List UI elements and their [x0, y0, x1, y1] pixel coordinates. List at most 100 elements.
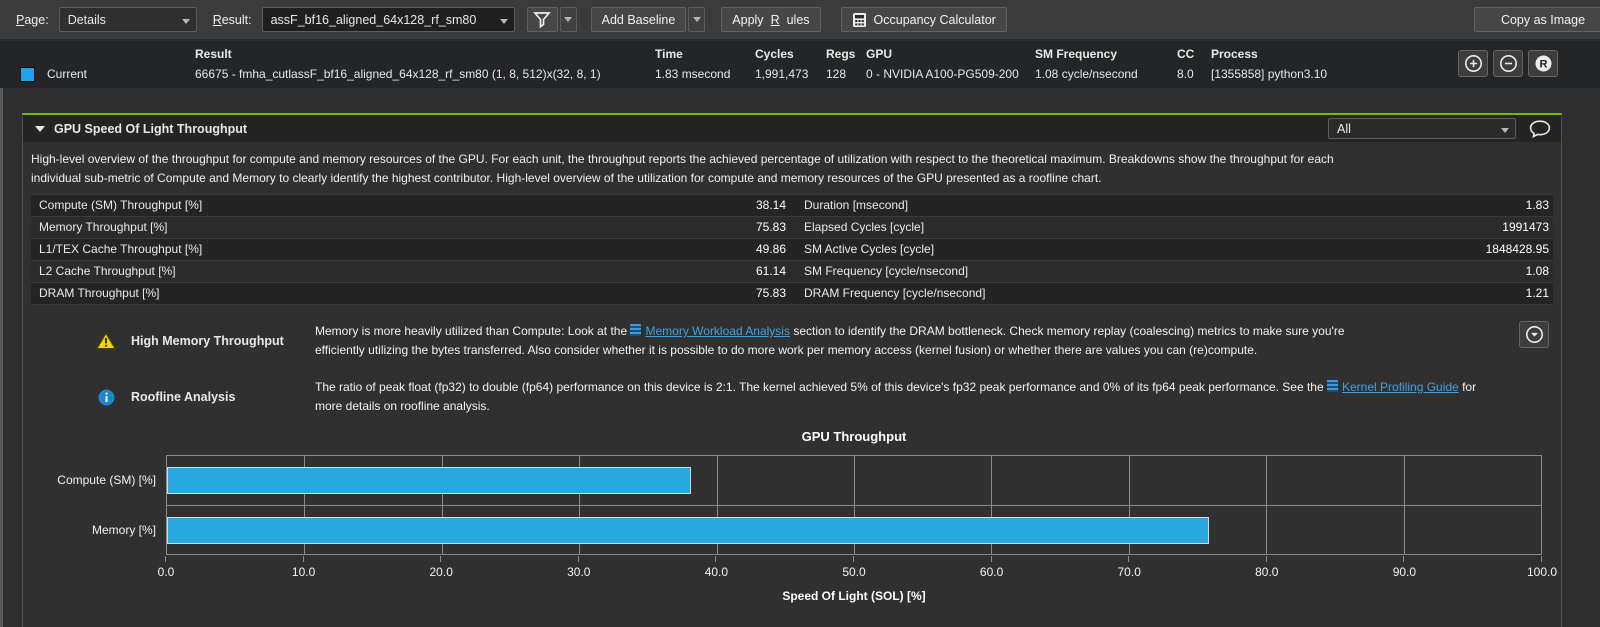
calculator-icon [852, 12, 867, 28]
main-toolbar: Page: Details Result: assF_bf16_aligned_… [0, 0, 1600, 40]
bar-compute-sm [167, 467, 691, 494]
rule-body: Memory is more heavily utilized than Com… [315, 322, 1505, 360]
metric-value: 1.21 [1419, 283, 1549, 304]
x-tick-mark [303, 556, 304, 562]
circle-plus-icon [1464, 54, 1483, 73]
page-select[interactable]: Details [59, 7, 197, 32]
x-tick-label: 80.0 [1255, 565, 1278, 579]
y-category-label: Compute (SM) [%] [23, 455, 156, 505]
column-cc: CC [1177, 47, 1211, 61]
x-tick-label: 0.0 [158, 565, 175, 579]
rule-options-button[interactable] [1519, 321, 1549, 348]
result-label: Result: [213, 13, 252, 27]
metric-row: L2 Cache Throughput [%]61.14SM Frequency… [31, 261, 1553, 283]
bar-memory [167, 517, 1209, 544]
page-label: Page: [16, 13, 49, 27]
left-scrollbar[interactable] [0, 88, 3, 627]
baseline-color-swatch[interactable] [20, 67, 35, 82]
section-filter-select[interactable]: All [1328, 118, 1516, 139]
metric-value: 1.08 [1419, 261, 1549, 282]
description-line: individual sub-metric of Compute and Mem… [31, 169, 1553, 188]
speech-bubble-icon [1529, 120, 1551, 138]
x-tick-mark [1128, 556, 1129, 562]
x-tick-label: 40.0 [705, 565, 728, 579]
filter-dropdown-button[interactable] [560, 7, 577, 32]
metric-value: 75.83 [656, 217, 786, 238]
section-filter-value: All [1337, 122, 1351, 136]
time-value: 1.83 msecond [655, 67, 755, 81]
chart-title: GPU Throughput [166, 429, 1542, 444]
metric-value: 49.86 [656, 239, 786, 260]
sm-frequency-value: 1.08 cycle/nsecond [1035, 67, 1177, 81]
metric-row: Compute (SM) Throughput [%]38.14Duration… [31, 195, 1553, 217]
rule-high-memory-throughput: High Memory Throughput Memory is more he… [23, 321, 1553, 361]
result-header-strip: Result Time Cycles Regs GPU SM Frequency… [0, 41, 1600, 88]
rule-title: High Memory Throughput [131, 334, 303, 348]
result-select[interactable]: assF_bf16_aligned_64x128_rf_sm80 [262, 7, 515, 32]
add-baseline-button[interactable]: Add Baseline [591, 7, 687, 32]
section-link-icon [630, 324, 641, 336]
rule-title: Roofline Analysis [131, 390, 303, 404]
occupancy-calculator-label: Occupancy Calculator [874, 13, 996, 27]
rule-text: more details on roofline analysis. [315, 397, 1505, 416]
metric-value: 75.83 [656, 283, 786, 304]
memory-workload-analysis-link[interactable]: Memory Workload Analysis [645, 324, 790, 338]
comment-button[interactable] [1525, 117, 1555, 140]
x-tick-label: 10.0 [292, 565, 315, 579]
circle-minus-icon [1499, 54, 1518, 73]
x-tick-mark [1266, 556, 1267, 562]
regs-value: 128 [826, 67, 866, 81]
zoom-out-button[interactable] [1493, 50, 1523, 77]
x-tick-label: 30.0 [567, 565, 590, 579]
y-category-label: Memory [%] [23, 505, 156, 555]
x-tick-mark [1403, 556, 1404, 562]
metric-label: SM Frequency [cycle/nsecond] [802, 261, 1419, 282]
gpu-value: 0 - NVIDIA A100-PG509-200 [866, 67, 1035, 81]
metric-label: Compute (SM) Throughput [%] [39, 195, 656, 216]
column-spacer [786, 261, 802, 282]
zoom-in-button[interactable] [1458, 50, 1488, 77]
rule-body: The ratio of peak float (fp32) to double… [315, 378, 1505, 416]
chevron-down-icon [494, 13, 514, 27]
apply-rules-button[interactable]: Apply Rules [721, 7, 820, 32]
x-tick-label: 90.0 [1393, 565, 1416, 579]
rule-text: The ratio of peak float (fp32) to double… [315, 380, 1327, 394]
copy-as-image-button[interactable]: Copy as Image [1474, 7, 1600, 32]
rule-text: efficiently utilizing the bytes transfer… [315, 341, 1505, 360]
metric-row: DRAM Throughput [%]75.83DRAM Frequency [… [31, 283, 1553, 305]
current-result-row: Current 66675 - fmha_cutlassF_bf16_align… [0, 64, 1600, 84]
rule-roofline-analysis: Roofline Analysis The ratio of peak floa… [23, 377, 1553, 417]
x-tick-mark [578, 556, 579, 562]
section-header[interactable]: GPU Speed Of Light Throughput All [23, 115, 1561, 142]
circle-r-icon: R [1534, 54, 1553, 73]
filter-button[interactable] [527, 7, 558, 32]
column-spacer [786, 195, 802, 216]
metric-row: Memory Throughput [%]75.83Elapsed Cycles… [31, 217, 1553, 239]
occupancy-calculator-button[interactable]: Occupancy Calculator [841, 7, 1007, 32]
metric-value: 1991473 [1419, 217, 1549, 238]
rule-text: Memory is more heavily utilized than Com… [315, 324, 630, 338]
section-description: High-level overview of the throughput fo… [31, 150, 1553, 188]
rule-text: for [1459, 380, 1476, 394]
sol-metrics-table: Compute (SM) Throughput [%]38.14Duration… [31, 194, 1553, 305]
gpu-throughput-chart: GPU Throughput Compute (SM) [%]Memory [%… [23, 427, 1561, 615]
add-baseline-dropdown-button[interactable] [688, 7, 705, 32]
filter-funnel-icon [533, 11, 551, 28]
column-gpu: GPU [866, 47, 1035, 61]
reset-baseline-button[interactable]: R [1528, 50, 1558, 77]
page-select-value: Details [68, 13, 106, 27]
x-tick-label: 100.0 [1527, 565, 1557, 579]
x-tick-mark [715, 556, 716, 562]
chart-category-labels: Compute (SM) [%]Memory [%] [23, 455, 156, 555]
description-line: High-level overview of the throughput fo… [31, 150, 1553, 169]
metric-label: L1/TEX Cache Throughput [%] [39, 239, 656, 260]
column-sm-frequency: SM Frequency [1035, 47, 1177, 61]
column-time: Time [655, 47, 755, 61]
kernel-profiling-guide-link[interactable]: Kernel Profiling Guide [1342, 380, 1459, 394]
column-spacer [786, 239, 802, 260]
collapse-triangle-icon[interactable] [35, 126, 45, 132]
metric-label: Memory Throughput [%] [39, 217, 656, 238]
header-actions: R [1458, 50, 1558, 77]
chart-x-tick-labels: 0.010.020.030.040.050.060.070.080.090.01… [166, 565, 1542, 580]
result-header-columns: Result Time Cycles Regs GPU SM Frequency… [0, 44, 1600, 64]
